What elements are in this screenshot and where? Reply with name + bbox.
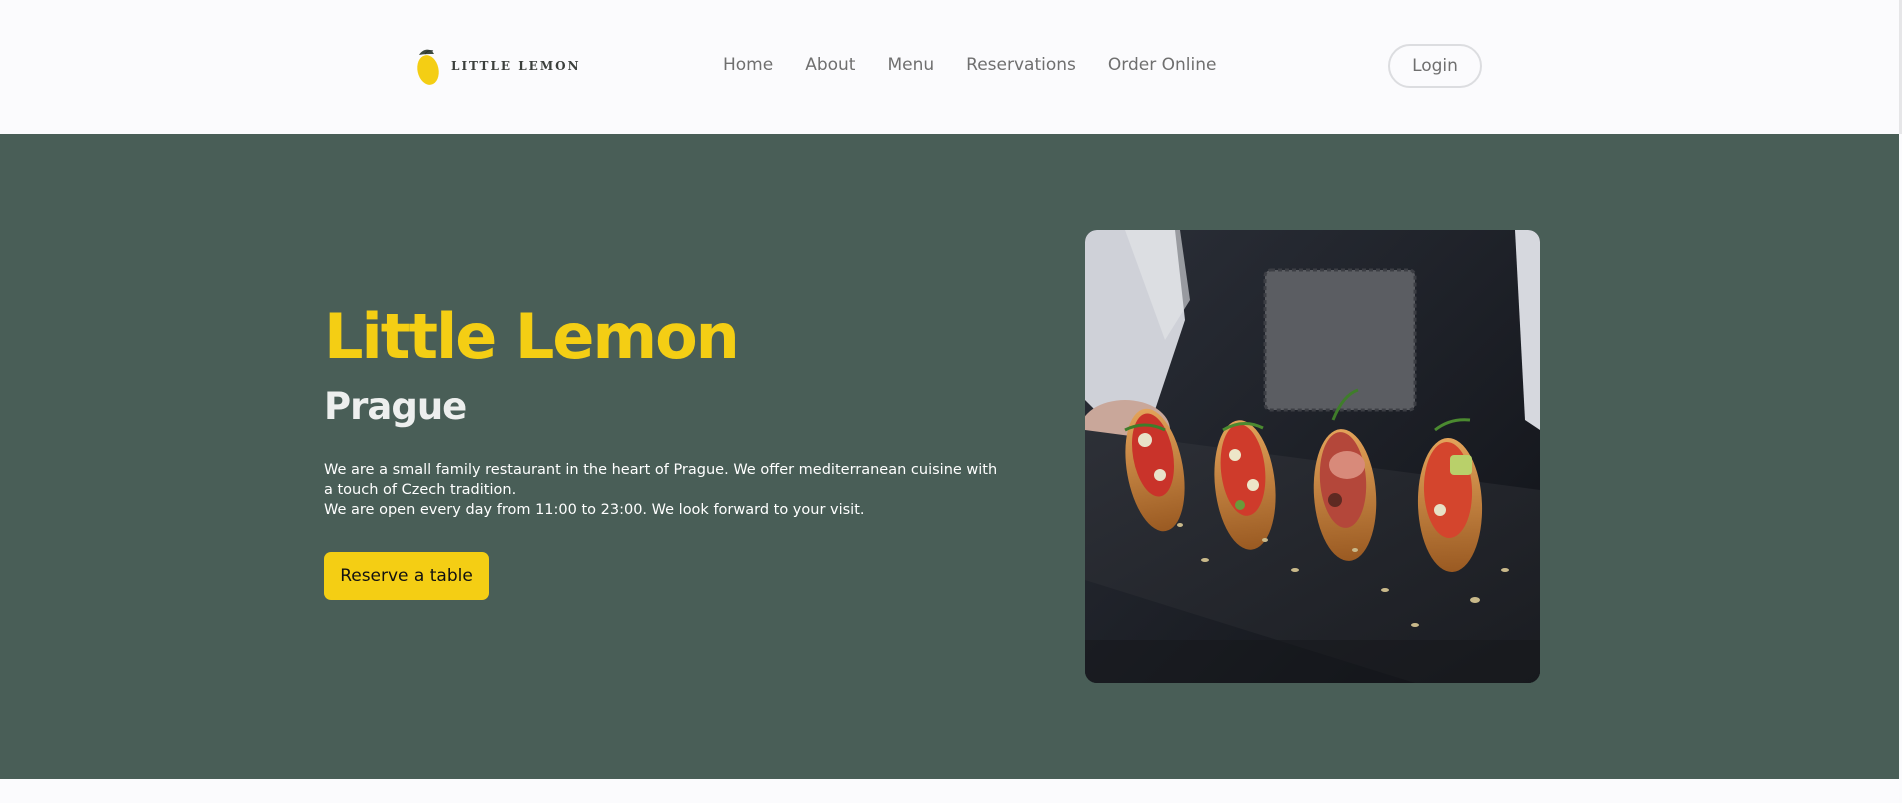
nav-order-online[interactable]: Order Online: [1108, 53, 1217, 77]
site-header: LITTLE LEMON Home About Menu Reservation…: [0, 0, 1902, 134]
hero-subtitle: Prague: [324, 385, 467, 428]
brand-name: LITTLE LEMON: [451, 59, 581, 73]
nav-about[interactable]: About: [805, 53, 855, 77]
hero-section: Little Lemon Prague We are a small famil…: [0, 134, 1899, 779]
nav-menu[interactable]: Menu: [887, 53, 934, 77]
login-button[interactable]: Login: [1388, 44, 1482, 88]
nav-home[interactable]: Home: [723, 53, 773, 77]
hero-description-line: We are a small family restaurant in the …: [324, 462, 998, 498]
main-nav: Home About Menu Reservations Order Onlin…: [723, 53, 1216, 77]
nav-reservations[interactable]: Reservations: [966, 53, 1076, 77]
brand-logo[interactable]: LITTLE LEMON: [414, 44, 581, 88]
bruschetta-image: [1085, 230, 1540, 683]
hero-description: We are a small family restaurant in the …: [324, 460, 1004, 520]
footer-strip: [0, 779, 1902, 803]
lemon-icon: [417, 49, 439, 85]
page: LITTLE LEMON Home About Menu Reservation…: [0, 0, 1902, 803]
hero-food-image: [1085, 230, 1540, 683]
hero-title: Little Lemon: [324, 300, 740, 373]
hero-description-line: We are open every day from 11:00 to 23:0…: [324, 502, 865, 518]
reserve-table-button[interactable]: Reserve a table: [324, 552, 489, 600]
